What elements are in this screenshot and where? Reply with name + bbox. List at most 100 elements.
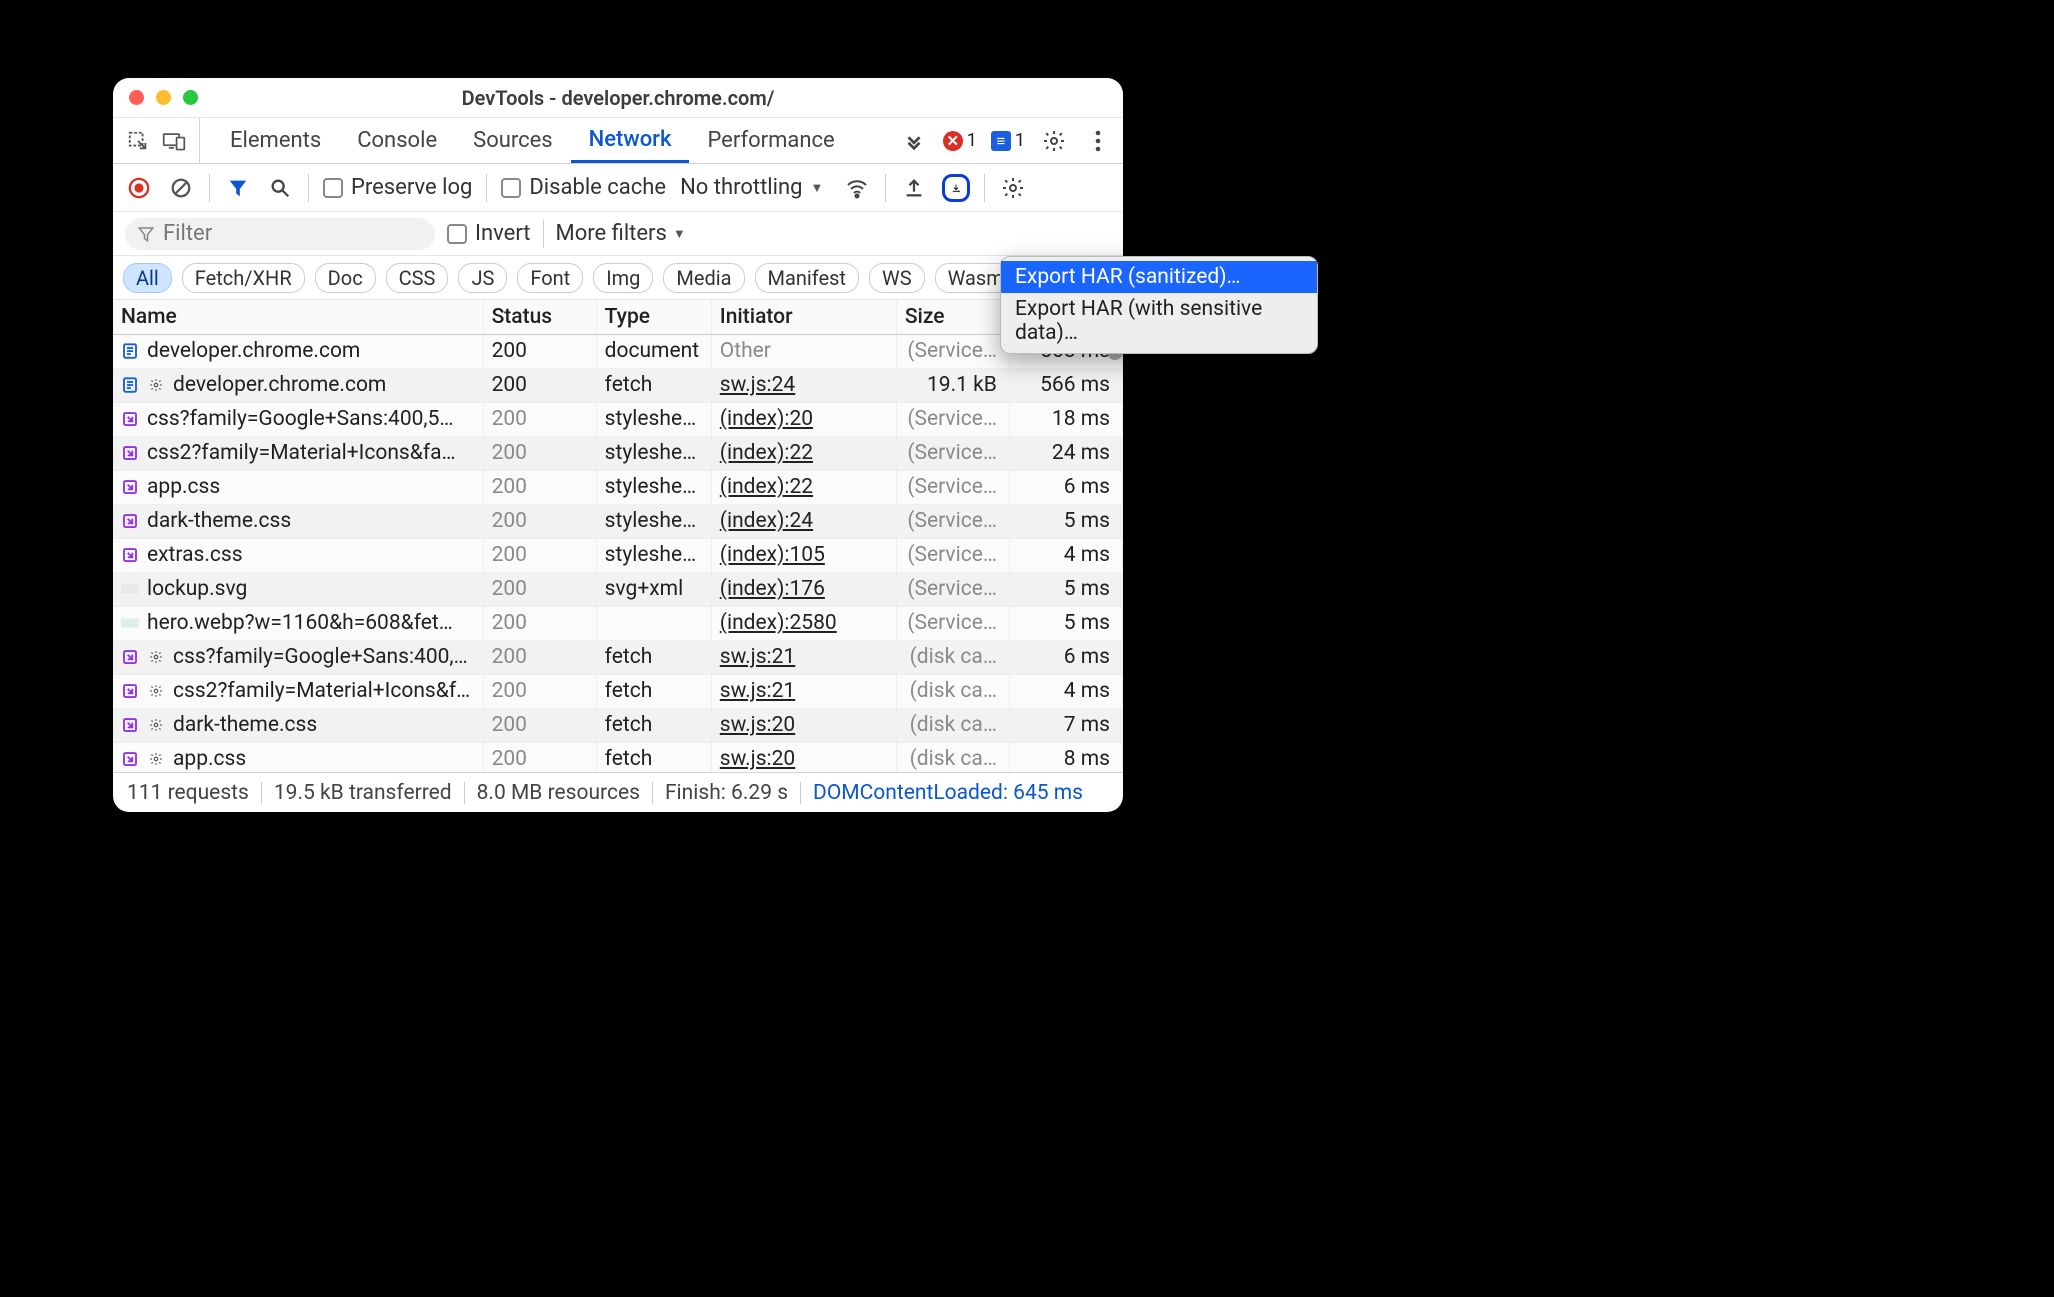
filter-pill-doc[interactable]: Doc [315,263,376,293]
initiator-link[interactable]: sw.js:24 [720,373,795,397]
requests-count: 111 requests [127,781,249,805]
initiator-link[interactable]: (index):22 [720,475,813,499]
export-har-menu-item[interactable]: Export HAR (sanitized)… [1001,261,1317,293]
filter-pill-css[interactable]: CSS [386,263,449,293]
errors-badge[interactable]: ✕ 1 [943,130,977,151]
initiator-link[interactable]: (index):22 [720,441,813,465]
filter-pill-manifest[interactable]: Manifest [755,263,859,293]
resource-type-icon [121,546,139,564]
table-row[interactable]: developer.chrome.com200documentOther(Ser… [113,334,1123,368]
resource-type-icon [121,716,139,734]
finish-time: Finish: 6.29 s [665,781,788,805]
invert-label: Invert [475,221,531,246]
filter-pill-fetchxhr[interactable]: Fetch/XHR [182,263,305,293]
error-icon: ✕ [943,131,963,151]
initiator-link[interactable]: (index):20 [720,407,813,431]
preserve-log-label: Preserve log [351,175,472,200]
overflow-tabs-icon[interactable] [899,130,929,152]
clear-button[interactable] [167,174,195,202]
time-cell: 5 ms [1009,572,1122,606]
column-header-initiator[interactable]: Initiator [711,300,896,334]
table-row[interactable]: developer.chrome.com200fetchsw.js:2419.1… [113,368,1123,402]
request-name: developer.chrome.com [147,339,360,363]
service-worker-gear-icon [147,750,165,768]
table-row[interactable]: lockup.svg200svg+xml(index):176(Service…… [113,572,1123,606]
table-row[interactable]: app.css200fetchsw.js:20(disk ca…8 ms [113,742,1123,772]
kebab-menu-icon[interactable] [1083,130,1113,152]
initiator-link[interactable]: (index):2580 [720,611,837,635]
checkbox-icon [501,178,521,198]
settings-gear-icon[interactable] [1039,129,1069,153]
initiator-link[interactable]: sw.js:21 [720,679,795,703]
type-cell: svg+xml [596,572,711,606]
filter-row: Filter Invert More filters ▼ [113,212,1123,256]
table-row[interactable]: dark-theme.css200fetchsw.js:20(disk ca…7… [113,708,1123,742]
initiator-link[interactable]: sw.js:20 [720,713,795,737]
issues-badge[interactable]: ≡ 1 [991,130,1025,151]
more-filters-label: More filters [556,221,667,246]
filter-pill-ws[interactable]: WS [869,263,925,293]
initiator-link[interactable]: (index):176 [720,577,825,601]
resource-type-icon [121,750,139,768]
filter-placeholder: Filter [163,221,212,246]
tab-elements[interactable]: Elements [212,118,339,163]
throttling-select[interactable]: No throttling ▼ [680,175,823,200]
initiator-link[interactable]: sw.js:21 [720,645,795,669]
import-har-icon[interactable] [900,174,928,202]
type-cell: styleshe… [596,470,711,504]
tab-network[interactable]: Network [571,118,690,163]
table-row[interactable]: dark-theme.css200styleshe…(index):24(Ser… [113,504,1123,538]
size-cell: (Service… [896,402,1009,436]
filter-pill-all[interactable]: All [123,263,172,293]
filter-input[interactable]: Filter [125,218,435,250]
column-header-status[interactable]: Status [483,300,596,334]
table-row[interactable]: css?family=Google+Sans:400,…200fetchsw.j… [113,640,1123,674]
search-icon[interactable] [266,174,294,202]
time-cell: 4 ms [1009,538,1122,572]
disable-cache-label: Disable cache [529,175,666,200]
filter-pill-js[interactable]: JS [458,263,507,293]
network-conditions-icon[interactable] [843,174,871,202]
resource-type-icon [121,614,139,632]
time-cell: 6 ms [1009,640,1122,674]
network-settings-gear-icon[interactable] [999,174,1027,202]
type-cell: fetch [596,640,711,674]
export-har-button[interactable] [942,174,970,202]
tab-performance[interactable]: Performance [689,118,852,163]
initiator-link[interactable]: sw.js:20 [720,747,795,771]
inspect-element-icon[interactable] [123,130,153,152]
status-cell: 200 [483,538,596,572]
column-header-size[interactable]: Size [896,300,1009,334]
invert-checkbox[interactable]: Invert [447,221,531,246]
preserve-log-checkbox[interactable]: Preserve log [323,175,472,200]
tab-sources[interactable]: Sources [455,118,571,163]
table-row[interactable]: extras.css200styleshe…(index):105(Servic… [113,538,1123,572]
resource-type-icon [121,580,139,598]
table-row[interactable]: css2?family=Material+Icons&f…200fetchsw.… [113,674,1123,708]
time-cell: 18 ms [1009,402,1122,436]
filter-pill-font[interactable]: Font [517,263,583,293]
column-header-name[interactable]: Name [113,300,483,334]
issues-count: 1 [1015,130,1025,151]
filter-pill-img[interactable]: Img [593,263,653,293]
initiator-cell: sw.js:21 [711,640,896,674]
table-row[interactable]: css2?family=Material+Icons&fa…200stylesh… [113,436,1123,470]
disable-cache-checkbox[interactable]: Disable cache [501,175,666,200]
table-row[interactable]: app.css200styleshe…(index):22(Service…6 … [113,470,1123,504]
size-cell: (Service… [896,572,1009,606]
tab-console[interactable]: Console [339,118,455,163]
table-row[interactable]: css?family=Google+Sans:400,5…200styleshe… [113,402,1123,436]
request-name: app.css [147,475,220,499]
filter-pill-media[interactable]: Media [663,263,744,293]
filter-toggle-icon[interactable] [224,174,252,202]
initiator-link[interactable]: (index):105 [720,543,825,567]
export-har-menu-item[interactable]: Export HAR (with sensitive data)… [1001,293,1317,349]
initiator-link[interactable]: (index):24 [720,509,813,533]
device-toolbar-icon[interactable] [159,130,189,152]
resource-type-icon [121,478,139,496]
record-button[interactable] [125,174,153,202]
more-filters-dropdown[interactable]: More filters ▼ [556,221,686,246]
column-header-type[interactable]: Type [596,300,711,334]
caret-down-icon: ▼ [810,180,823,196]
table-row[interactable]: hero.webp?w=1160&h=608&fet…200(index):25… [113,606,1123,640]
